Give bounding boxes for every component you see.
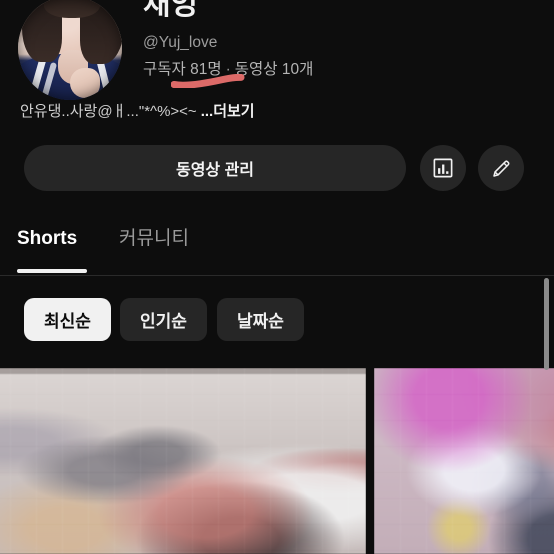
shorts-thumbnail-1[interactable] [0,368,366,554]
filter-chip-latest[interactable]: 최신순 [24,298,111,341]
video-count: 동영상 10개 [234,61,314,78]
stats-separator: · [225,61,231,78]
filter-chip-by-date[interactable]: 날짜순 [217,298,304,341]
shorts-thumbnail-2[interactable] [374,368,554,554]
channel-name: 채잉 [143,0,198,21]
manage-videos-button[interactable]: 동영상 관리 [24,145,406,191]
analytics-button[interactable] [420,145,466,191]
tab-community[interactable]: 커뮤니티 [119,226,189,252]
bio-more-link[interactable]: ...더보기 [201,103,255,120]
pencil-icon [492,160,509,177]
channel-handle[interactable]: @Yuj_love [143,33,217,53]
content-tabs: Shorts 커뮤니티 [0,226,554,276]
vertical-scrollbar[interactable] [544,278,549,370]
bar-chart-icon [433,158,453,178]
shorts-grid [0,368,554,554]
sort-filter-chips: 최신순 인기순 날짜순 [0,298,554,358]
tabs-divider [0,275,554,276]
pixelation-overlay [374,368,554,554]
pixelation-overlay [0,368,366,554]
active-tab-indicator [17,269,87,273]
youtube-channel-profile-screen: 채잉 @Yuj_love 구독자 81명 · 동영상 10개 안유댕..사랑@ㅐ..… [0,0,554,554]
channel-bio[interactable]: 안유댕..사랑@ㅐ..."*^%><~ ...더보기 [20,101,538,123]
edit-button[interactable] [478,145,524,191]
tab-shorts[interactable]: Shorts [17,226,77,252]
bio-text: 안유댕..사랑@ㅐ..."*^%><~ [20,103,197,120]
avatar-vignette [18,0,122,100]
subscriber-count: 구독자 81명 [143,61,222,78]
avatar[interactable] [18,0,122,100]
channel-stats[interactable]: 구독자 81명 · 동영상 10개 [143,60,313,80]
grid-gutter [366,368,374,554]
filter-chip-popular[interactable]: 인기순 [120,298,207,341]
